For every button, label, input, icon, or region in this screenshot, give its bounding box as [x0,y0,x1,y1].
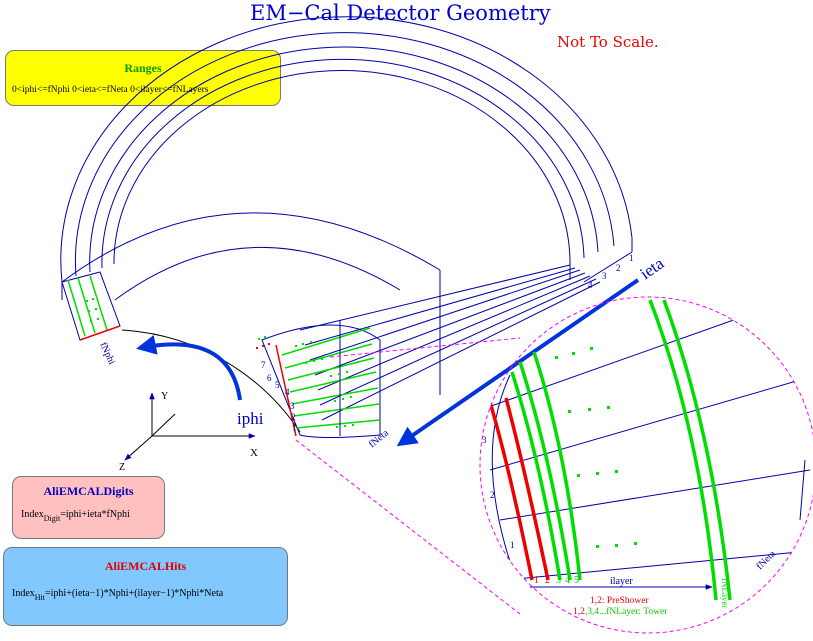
axis-x-label: X [250,447,258,459]
ieta-label: ieta [636,253,667,283]
detector-diagram: iphi ieta fNphi fNeta fNeta ilayer fNLay… [60,16,813,634]
left-layer-number: 1 [292,423,297,433]
front-module-red-dots [256,343,270,349]
fnphi-label: fNphi [97,341,117,367]
phi-arcs [61,212,441,395]
fneta-zoom-label: fNeta [754,548,778,572]
legend-tower: 1,2,3,4...fNLayer: Tower [573,606,668,617]
coordinate-axes [124,392,256,461]
zoom-layer-number: 2 [545,575,550,586]
left-layer-number: 3 [290,401,295,411]
zoom-phi-number: 3 [482,435,487,445]
phi-arrow [136,335,242,401]
legend-tower-green: ,3,4...fNLayer: Tower [585,606,668,617]
left-module [61,271,121,341]
eta-arcs [60,16,633,283]
zoom-layer-number: 5 [574,575,579,586]
left-layer-number: 6 [267,373,272,383]
fneta-label: fNeta [367,427,392,450]
zoom-phi-number: 1 [510,540,515,550]
eta-number: 2 [616,263,621,273]
zoom-phi-number: 2 [490,490,495,500]
ilayer-label: ilayer [610,576,633,587]
eta-number: 3 [602,271,607,281]
zoom-connector [295,296,813,634]
left-layer-number: 2 [291,412,296,422]
eta-number: 4 [588,280,593,290]
left-layer-number: 7 [261,360,266,370]
longitudinal-lines [299,264,601,421]
axis-y-label: Y [161,391,168,402]
eta-arrow [396,278,640,447]
left-layer-number: 5 [275,380,280,390]
fnlayer-vertical-label: fNLayer [720,578,730,608]
zoom-layer-number: 4 [565,575,570,586]
eta-number: 1 [629,253,634,263]
iphi-label: iphi [237,409,264,428]
axis-z-label: Z [119,462,125,473]
zoom-layer-number: 3 [556,575,561,586]
legend-tower-red: 1,2 [573,607,585,617]
legend-preshower: 1,2: PreShower [590,596,649,606]
zoom-layer-number: 1 [534,575,539,586]
front-module [261,320,381,438]
left-layer-number: 4 [285,387,290,397]
